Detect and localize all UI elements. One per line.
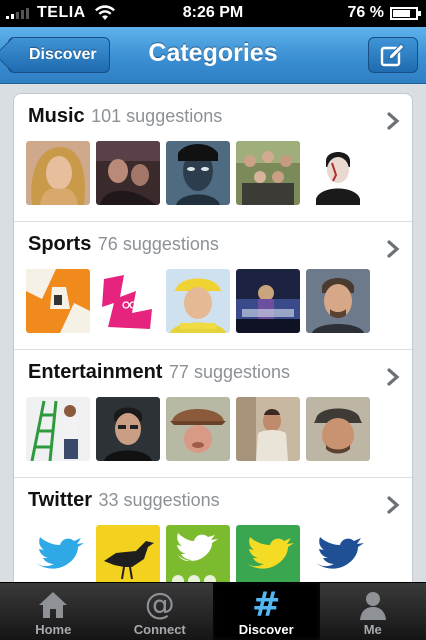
category-row-twitter[interactable]: Twitter 33 suggestions [14, 478, 412, 582]
tab-me[interactable]: Me [320, 583, 426, 640]
category-count: 101 suggestions [91, 106, 223, 126]
tab-bar: Home @ Connect # Discover Me [0, 582, 426, 640]
category-count: 33 suggestions [98, 490, 220, 510]
avatar[interactable] [306, 141, 370, 205]
avatar[interactable] [26, 397, 90, 461]
avatar[interactable] [306, 525, 370, 582]
avatar[interactable] [26, 141, 90, 205]
tab-label: Connect [133, 622, 186, 637]
navigation-bar: Discover Categories [0, 27, 426, 84]
avatar[interactable] [26, 525, 90, 582]
tab-label: Me [363, 622, 382, 637]
category-count: 77 suggestions [168, 362, 291, 382]
chevron-right-icon [387, 240, 400, 258]
tab-label: Discover [238, 622, 294, 637]
avatar[interactable] [236, 141, 300, 205]
avatar[interactable] [166, 397, 230, 461]
avatar[interactable] [166, 141, 230, 205]
category-name: Music [28, 105, 85, 127]
avatar[interactable] [306, 269, 370, 333]
compose-button[interactable] [368, 37, 418, 73]
person-icon [356, 589, 390, 621]
tab-connect[interactable]: @ Connect [107, 583, 214, 640]
category-header: Entertainment 77 suggestions [28, 361, 290, 384]
content-area: Music 101 suggestions Sports 76 suggesti… [0, 84, 426, 582]
category-name: Entertainment [28, 361, 163, 383]
avatar[interactable] [166, 525, 230, 582]
avatar[interactable] [26, 269, 90, 333]
avatar[interactable] [96, 141, 160, 205]
avatar[interactable] [96, 525, 160, 582]
chevron-right-icon [387, 496, 400, 514]
category-header: Sports 76 suggestions [28, 233, 219, 256]
avatar[interactable] [166, 269, 230, 333]
suggestion-thumbnails [26, 525, 376, 582]
category-row-sports[interactable]: Sports 76 suggestions [14, 222, 412, 350]
suggestion-thumbnails [26, 397, 376, 461]
tab-home[interactable]: Home [0, 583, 107, 640]
home-icon [36, 589, 70, 621]
avatar[interactable] [96, 269, 160, 333]
hash-icon: # [252, 585, 281, 625]
chevron-right-icon [387, 112, 400, 130]
category-row-entertainment[interactable]: Entertainment 77 suggestions [14, 350, 412, 478]
page-title: Categories [148, 39, 278, 67]
category-header: Twitter 33 suggestions [28, 489, 220, 512]
avatar[interactable] [306, 397, 370, 461]
suggestion-thumbnails [26, 269, 376, 333]
avatar[interactable] [236, 269, 300, 333]
status-right: 76 % [347, 4, 421, 22]
chevron-right-icon [387, 368, 400, 386]
avatar[interactable] [96, 397, 160, 461]
suggestion-thumbnails [26, 141, 376, 205]
status-bar: TELIA 8:26 PM 76 % [0, 0, 426, 27]
category-count: 76 suggestions [97, 234, 219, 254]
category-header: Music 101 suggestions [28, 105, 222, 128]
battery-percent: 76 % [347, 4, 384, 21]
at-icon: @ [144, 587, 175, 622]
battery-level [393, 9, 410, 17]
category-row-music[interactable]: Music 101 suggestions [14, 94, 412, 222]
avatar[interactable] [236, 397, 300, 461]
tab-label: Home [35, 622, 72, 637]
avatar[interactable] [236, 525, 300, 582]
battery-icon [390, 6, 421, 20]
categories-list: Music 101 suggestions Sports 76 suggesti… [13, 93, 413, 582]
tab-discover[interactable]: # Discover [213, 583, 320, 640]
category-name: Sports [28, 233, 92, 255]
category-name: Twitter [28, 489, 93, 511]
compose-icon [380, 43, 405, 67]
